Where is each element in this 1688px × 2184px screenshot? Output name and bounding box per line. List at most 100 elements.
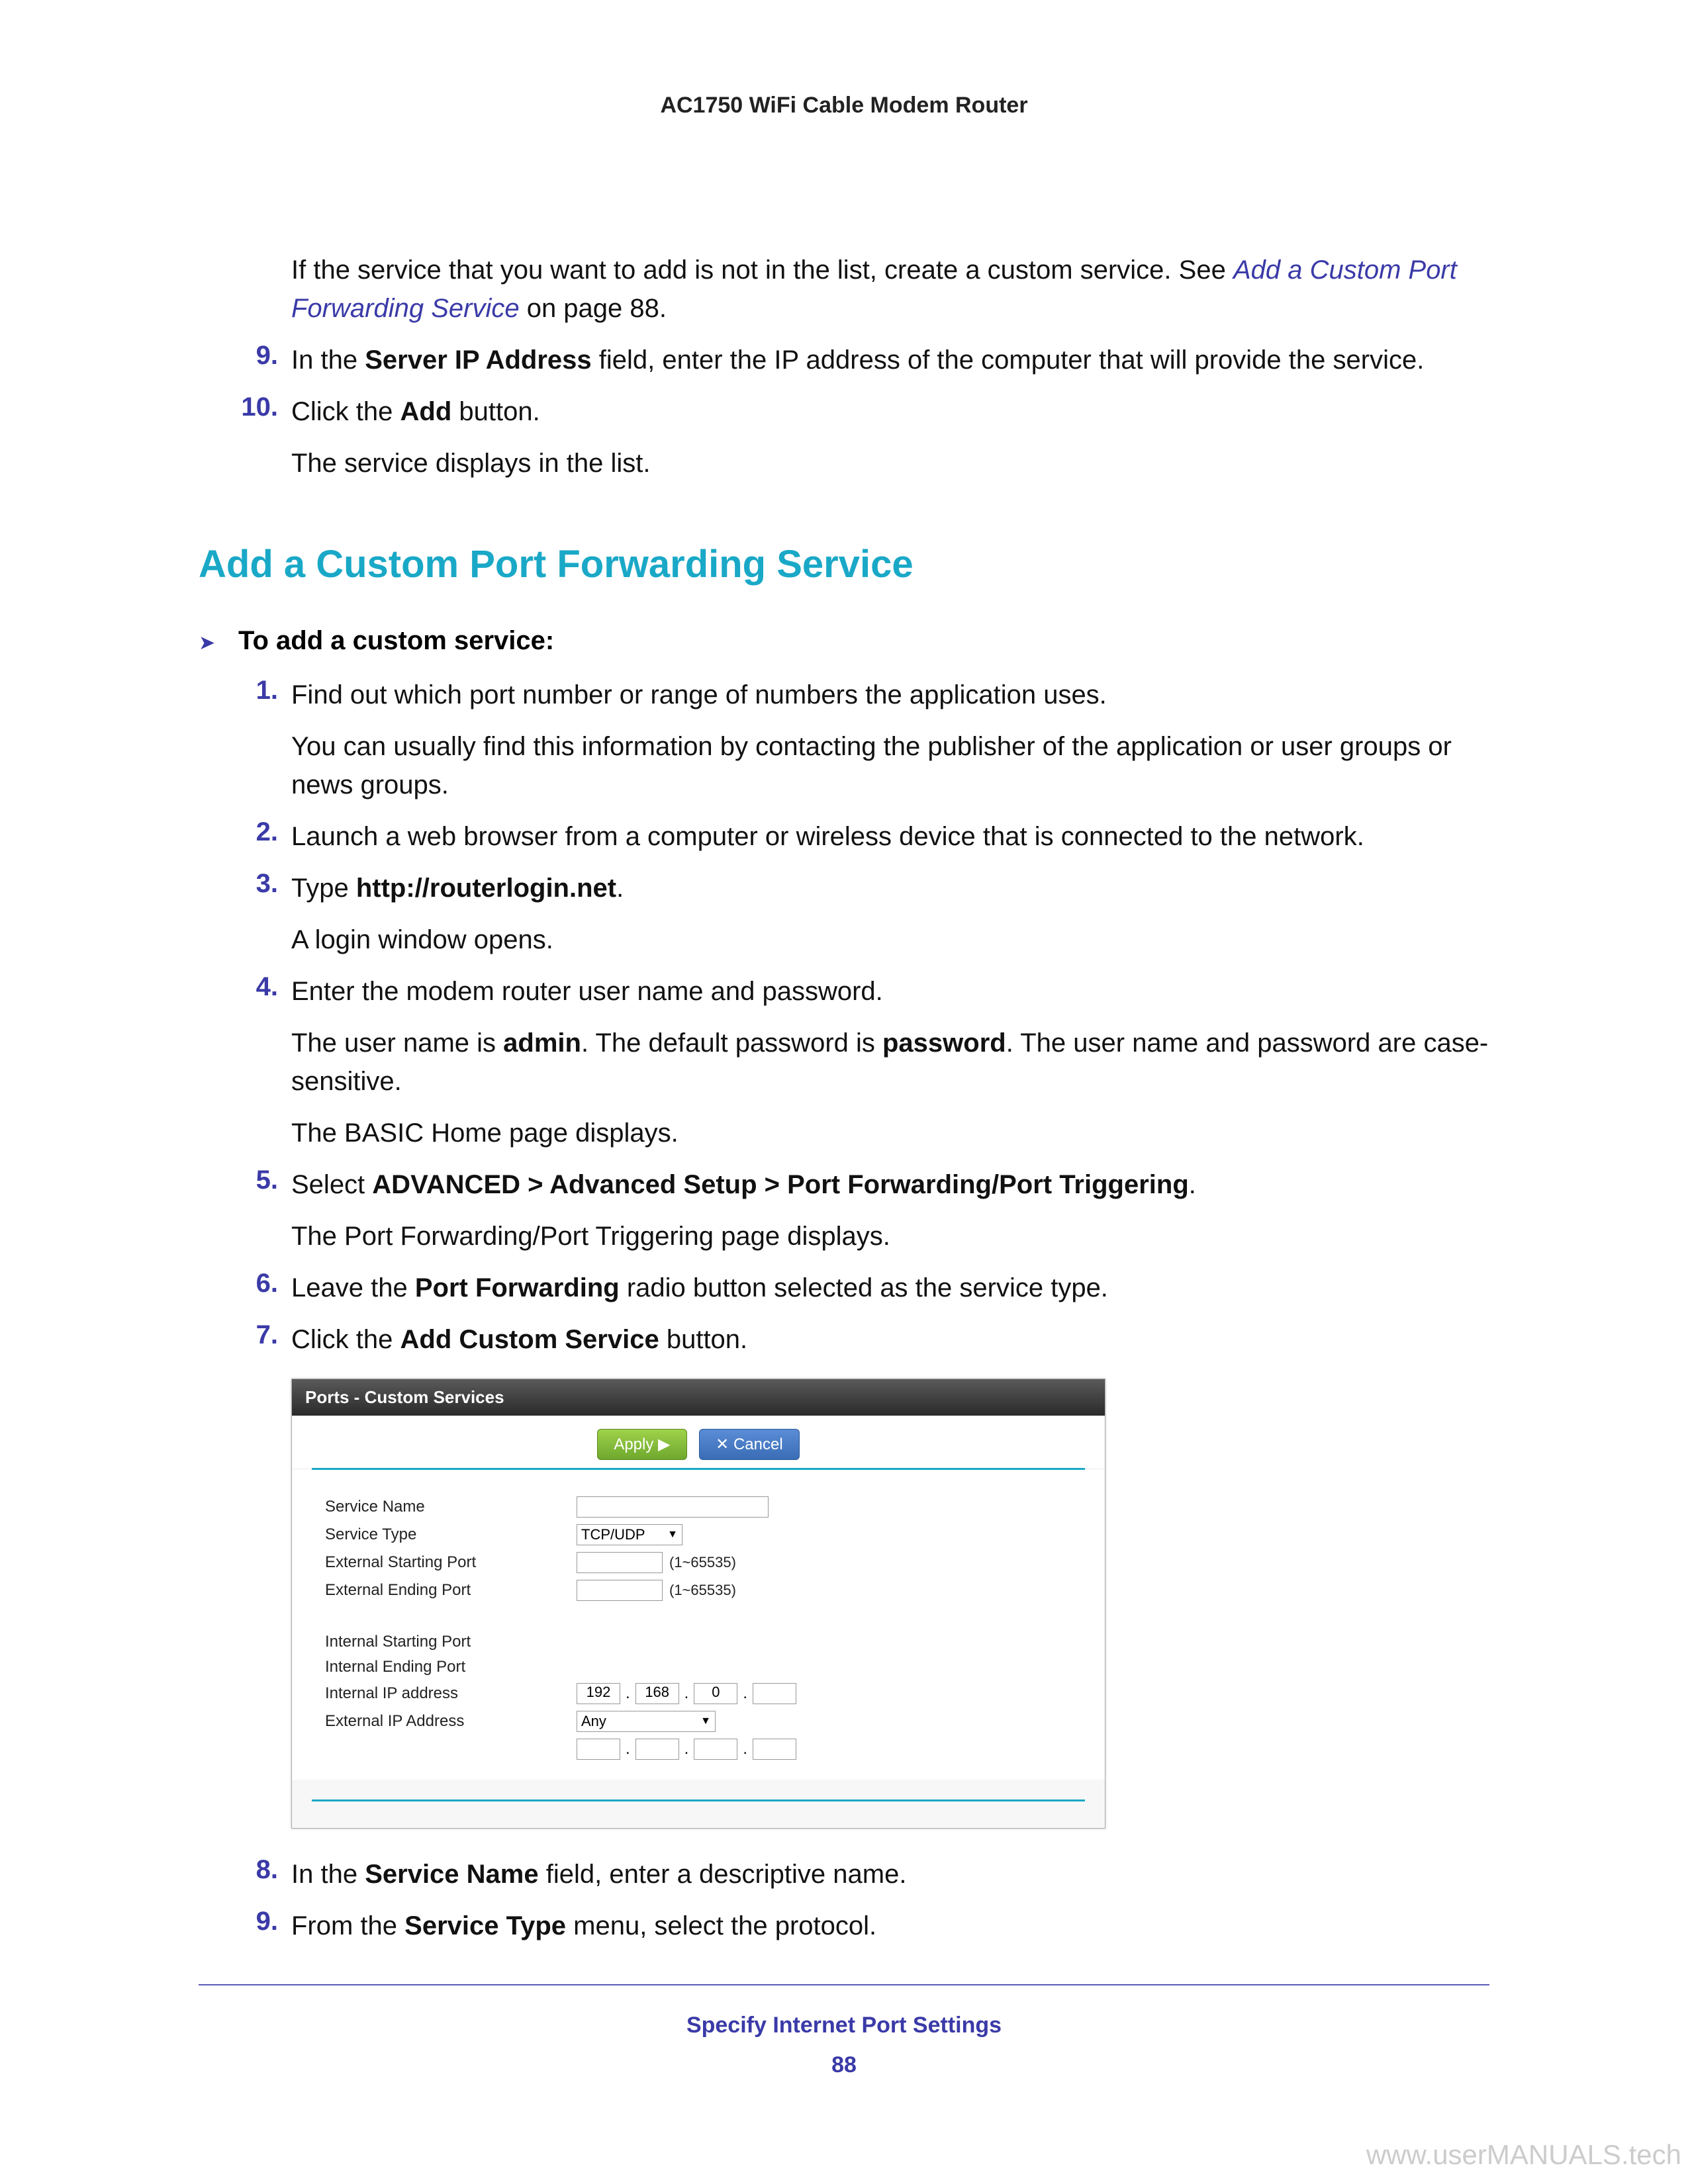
bold-text: Port Forwarding xyxy=(415,1273,620,1302)
ext-start-input[interactable] xyxy=(577,1552,663,1573)
step-number: 2. xyxy=(232,817,291,856)
bold-text: Add Custom Service xyxy=(400,1325,659,1354)
step-9: 9. In the Server IP Address field, enter… xyxy=(232,341,1489,379)
dot: . xyxy=(623,1684,633,1703)
step-10: 10. Click the Add button. xyxy=(232,392,1489,431)
dot: . xyxy=(740,1740,750,1758)
label-ext-start: External Starting Port xyxy=(325,1553,577,1572)
text: In the xyxy=(291,1860,365,1889)
dot: . xyxy=(682,1740,692,1758)
ip-octet-2[interactable]: 168 xyxy=(635,1683,679,1704)
ip-octet-4[interactable] xyxy=(753,1683,796,1704)
text: button. xyxy=(659,1325,747,1354)
step-1: 1. Find out which port number or range o… xyxy=(232,676,1489,714)
step-6: 6. Leave the Port Forwarding radio butto… xyxy=(232,1269,1489,1307)
intro-pre: If the service that you want to add is n… xyxy=(291,255,1233,285)
step-body: Click the Add button. xyxy=(291,392,1489,431)
step-3: 3. Type http://routerlogin.net. xyxy=(232,869,1489,907)
procedure-title: To add a custom service: xyxy=(238,626,554,656)
step-2: 2. Launch a web browser from a computer … xyxy=(232,817,1489,856)
step-number: 1. xyxy=(232,676,291,714)
divider xyxy=(312,1799,1085,1801)
step-8: 8. In the Service Name field, enter a de… xyxy=(232,1855,1489,1893)
step-body: Leave the Port Forwarding radio button s… xyxy=(291,1269,1489,1307)
text: In the xyxy=(291,345,365,375)
step-body: Type http://routerlogin.net. xyxy=(291,869,1489,907)
bold-text: Add xyxy=(400,397,452,426)
bold-text: ADVANCED > Advanced Setup > Port Forward… xyxy=(372,1170,1188,1199)
row-ext-ip-octets: . . . xyxy=(325,1739,1072,1760)
step-4-sub-b: The BASIC Home page displays. xyxy=(291,1114,1489,1152)
step-number: 7. xyxy=(232,1320,291,1359)
row-int-start: Internal Starting Port xyxy=(325,1633,1072,1651)
label-service-type: Service Type xyxy=(325,1525,577,1544)
manual-page: AC1750 WiFi Cable Modem Router If the se… xyxy=(0,0,1688,2184)
panel-buttons: Apply ▶ ✕ Cancel xyxy=(292,1416,1105,1468)
row-service-name: Service Name xyxy=(325,1496,1072,1518)
text: Select xyxy=(291,1170,372,1199)
text: button. xyxy=(451,397,539,426)
ext-ip-select[interactable]: Any ▼ xyxy=(577,1711,716,1732)
panel-title: Ports - Custom Services xyxy=(292,1379,1105,1416)
select-value: TCP/UDP xyxy=(581,1526,645,1543)
ext-ip-octet-4[interactable] xyxy=(753,1739,796,1760)
row-int-end: Internal Ending Port xyxy=(325,1658,1072,1676)
text: field, enter the IP address of the compu… xyxy=(592,345,1425,375)
step-7: 7. Click the Add Custom Service button. xyxy=(232,1320,1489,1359)
bold-text: http://routerlogin.net xyxy=(356,874,616,903)
chevron-down-icon: ▼ xyxy=(700,1715,711,1727)
label-ext-ip: External IP Address xyxy=(325,1712,577,1731)
intro-paragraph: If the service that you want to add is n… xyxy=(291,251,1489,328)
service-name-input[interactable] xyxy=(577,1496,769,1518)
bold-text: admin xyxy=(503,1028,581,1058)
ext-ip-octet-1[interactable] xyxy=(577,1739,620,1760)
text: Click the xyxy=(291,397,400,426)
step-4: 4. Enter the modem router user name and … xyxy=(232,972,1489,1011)
ext-ip-octet-3[interactable] xyxy=(694,1739,737,1760)
text: . xyxy=(1189,1170,1196,1199)
ports-custom-services-screenshot: Ports - Custom Services Apply ▶ ✕ Cancel… xyxy=(291,1379,1105,1829)
label-service-name: Service Name xyxy=(325,1498,577,1516)
ext-ip-group: . . . xyxy=(577,1739,796,1760)
step-body: Find out which port number or range of n… xyxy=(291,676,1489,714)
ext-ip-octet-2[interactable] xyxy=(635,1739,679,1760)
step-number: 8. xyxy=(232,1855,291,1893)
port-hint: (1~65535) xyxy=(669,1554,736,1571)
step-body: Select ADVANCED > Advanced Setup > Port … xyxy=(291,1165,1489,1204)
step-number: 5. xyxy=(232,1165,291,1204)
footer-title: Specify Internet Port Settings xyxy=(0,2013,1688,2038)
text: menu, select the protocol. xyxy=(566,1911,876,1940)
step-number: 10. xyxy=(232,392,291,431)
apply-button[interactable]: Apply ▶ xyxy=(597,1429,686,1460)
dot: . xyxy=(682,1684,692,1703)
bold-text: Service Type xyxy=(404,1911,566,1940)
label-int-start: Internal Starting Port xyxy=(325,1633,577,1651)
step-body: In the Service Name field, enter a descr… xyxy=(291,1855,1489,1893)
int-ip-group: 192. 168. 0. xyxy=(577,1683,796,1704)
ip-octet-3[interactable]: 0 xyxy=(694,1683,737,1704)
service-type-select[interactable]: TCP/UDP ▼ xyxy=(577,1524,682,1545)
ip-octet-1[interactable]: 192 xyxy=(577,1683,620,1704)
intro-post: on page 88. xyxy=(520,294,667,323)
step-4-sub-a: The user name is admin. The default pass… xyxy=(291,1024,1489,1101)
port-hint: (1~65535) xyxy=(669,1582,736,1599)
dot: . xyxy=(740,1684,750,1703)
step-1-sub: You can usually find this information by… xyxy=(291,727,1489,804)
row-ext-ip: External IP Address Any ▼ xyxy=(325,1711,1072,1732)
step-body: Enter the modem router user name and pas… xyxy=(291,972,1489,1011)
panel-body: Service Name Service Type TCP/UDP ▼ Exte… xyxy=(292,1470,1105,1780)
bold-text: password xyxy=(882,1028,1006,1058)
row-ext-start: External Starting Port (1~65535) xyxy=(325,1552,1072,1573)
step-5: 5. Select ADVANCED > Advanced Setup > Po… xyxy=(232,1165,1489,1204)
row-int-ip: Internal IP address 192. 168. 0. xyxy=(325,1683,1072,1704)
label-int-end: Internal Ending Port xyxy=(325,1658,577,1676)
step-body: Launch a web browser from a computer or … xyxy=(291,817,1489,856)
text: . The default password is xyxy=(581,1028,882,1058)
step-body: Click the Add Custom Service button. xyxy=(291,1320,1489,1359)
text: Leave the xyxy=(291,1273,415,1302)
ext-end-input[interactable] xyxy=(577,1580,663,1601)
cancel-button[interactable]: ✕ Cancel xyxy=(699,1429,799,1460)
step-9b: 9. From the Service Type menu, select th… xyxy=(232,1907,1489,1945)
chevron-down-icon: ▼ xyxy=(667,1529,678,1541)
step-10-sub: The service displays in the list. xyxy=(291,444,1489,482)
